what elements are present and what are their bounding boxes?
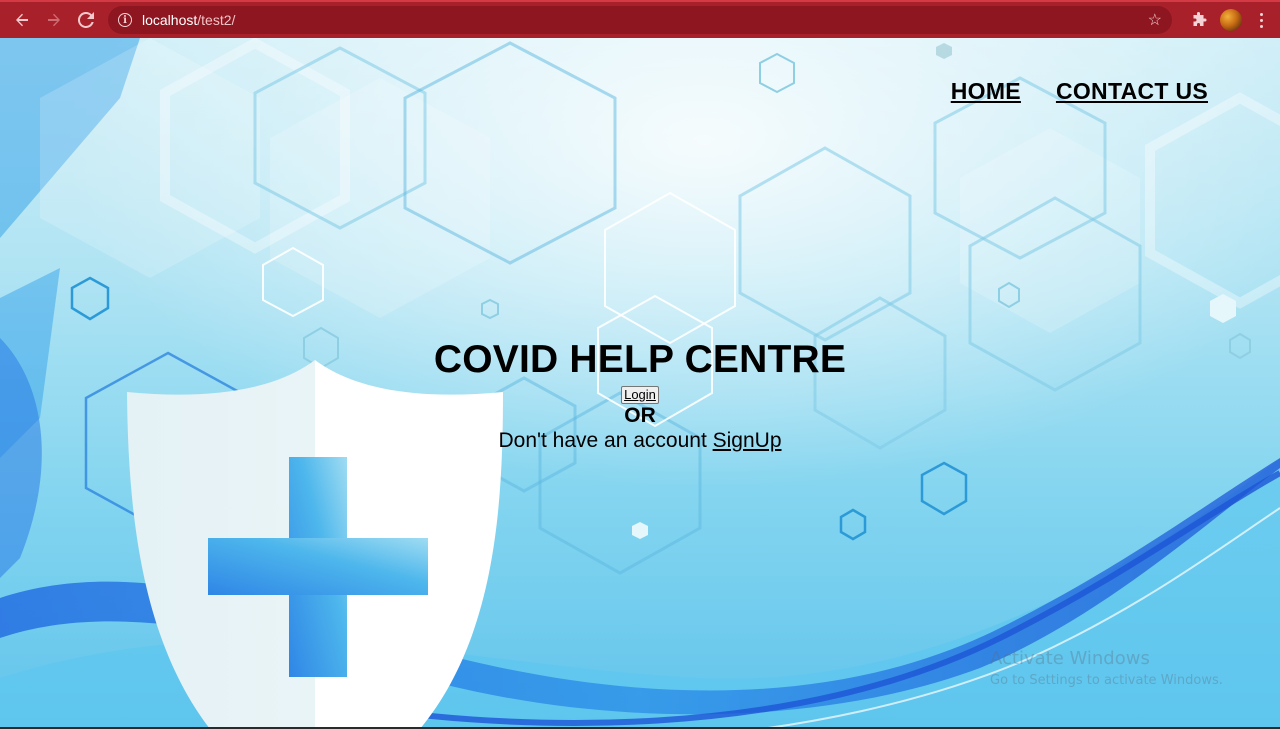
info-icon[interactable]: i	[118, 13, 132, 27]
arrow-right-icon	[48, 13, 60, 27]
reload-icon	[78, 12, 94, 28]
url-host: localhost	[142, 12, 198, 28]
more-vert-icon[interactable]	[1250, 5, 1272, 35]
reload-button[interactable]	[70, 4, 102, 36]
url-path: /test2/	[197, 12, 236, 28]
address-bar[interactable]: i localhost/test2/ ☆	[108, 6, 1172, 34]
nav-home-link[interactable]: HOME	[951, 78, 1021, 105]
signup-link[interactable]: SignUp	[713, 429, 782, 452]
page-title: COVID HELP CENTRE	[433, 338, 847, 381]
extensions-button[interactable]	[1184, 5, 1214, 35]
browser-toolbar: i localhost/test2/ ☆	[0, 0, 1280, 38]
puzzle-icon	[1193, 12, 1207, 26]
toolbar-right	[1184, 2, 1280, 38]
watermark-title: Activate Windows	[990, 648, 1150, 669]
star-icon[interactable]: ☆	[1148, 10, 1162, 30]
forward-button[interactable]	[38, 4, 70, 36]
avatar[interactable]	[1220, 9, 1242, 31]
hero-block: COVID HELP CENTRE Login OR Don't have an…	[0, 338, 1280, 454]
arrow-left-icon	[16, 13, 28, 27]
top-nav: HOME CONTACT US	[951, 78, 1208, 105]
nav-contact-link[interactable]: CONTACT US	[1056, 78, 1208, 105]
signup-prompt-line: Don't have an account SignUp	[0, 428, 1280, 454]
page-viewport: HOME CONTACT US COVID HELP CENTRE Login …	[0, 38, 1280, 729]
or-separator: OR	[624, 404, 656, 427]
signup-prompt-text: Don't have an account	[498, 429, 713, 452]
watermark-subtitle: Go to Settings to activate Windows.	[990, 673, 1223, 688]
back-button[interactable]	[6, 4, 38, 36]
activation-watermark: Activate Windows Go to Settings to activ…	[990, 648, 1223, 688]
login-button[interactable]: Login	[621, 386, 659, 404]
